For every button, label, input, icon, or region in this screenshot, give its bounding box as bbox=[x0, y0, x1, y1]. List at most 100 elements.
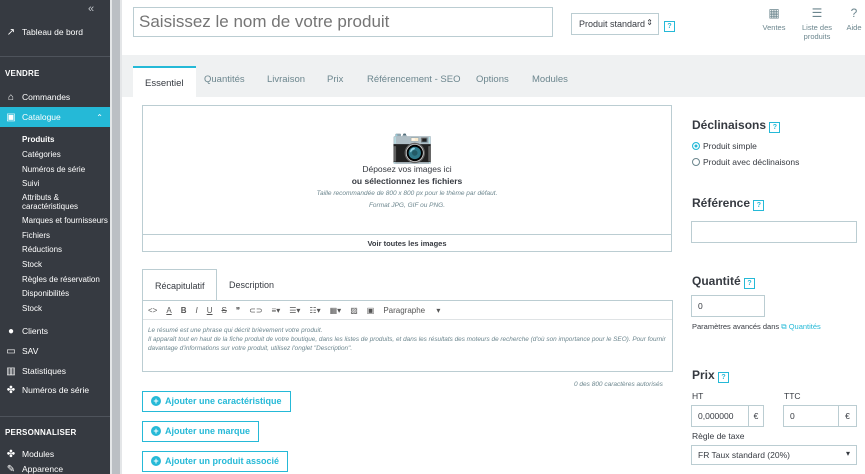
sidebar-sub-products[interactable]: Produits bbox=[22, 135, 108, 144]
sidebar-sub-files[interactable]: Fichiers bbox=[22, 231, 108, 240]
sidebar-item-clients[interactable]: ● Clients bbox=[0, 322, 110, 340]
advanced-settings-text: Paramètres avancés dans ⧉ Quantités bbox=[692, 322, 821, 331]
help-icon[interactable]: ? bbox=[718, 372, 730, 383]
sidebar-sub-categories[interactable]: Catégories bbox=[22, 150, 108, 159]
link-icon[interactable]: ⊂⊃ bbox=[249, 306, 262, 315]
puzzle-icon: ✤ bbox=[6, 448, 16, 460]
product-list-button[interactable]: ☰ Liste des produits bbox=[798, 6, 836, 41]
quantities-link[interactable]: ⧉ Quantités bbox=[781, 322, 821, 331]
tax-rule-select[interactable]: FR Taux standard (20%) ▾ bbox=[691, 445, 857, 465]
chart-icon: ▥ bbox=[6, 365, 16, 377]
reference-input[interactable] bbox=[691, 221, 857, 243]
sidebar-sub-stock-2[interactable]: Stock bbox=[22, 304, 108, 313]
radio-unchecked bbox=[692, 158, 700, 166]
sidebar-sub-discounts[interactable]: Réductions bbox=[22, 245, 108, 254]
puzzle-icon: ✤ bbox=[6, 384, 16, 396]
quantity-input[interactable]: 0 bbox=[691, 295, 765, 317]
underline-icon[interactable]: U bbox=[207, 306, 213, 315]
sales-button[interactable]: ▦ Ventes bbox=[760, 6, 788, 32]
sidebar-item-dashboard[interactable]: ↗ Tableau de bord bbox=[0, 23, 110, 41]
chevron-down-icon: ▾ bbox=[845, 449, 850, 458]
table-icon[interactable]: ▦▾ bbox=[330, 306, 342, 315]
add-related-button[interactable]: + Ajouter un produit associé bbox=[142, 451, 289, 472]
summary-editor[interactable]: <> A B I U S ❞ ⊂⊃ ≡▾ ☰▾ ☷▾ ▦▾ ▨ ▣ Paragr… bbox=[142, 300, 673, 372]
currency-addon: € bbox=[748, 405, 764, 427]
sidebar-sub-attributes[interactable]: Attributs & caractéristiques bbox=[22, 193, 102, 211]
bar-chart-icon: ▦ bbox=[768, 6, 780, 20]
add-feature-button[interactable]: + Ajouter une caractéristique bbox=[142, 391, 291, 412]
tab-essentiel[interactable]: Essentiel bbox=[133, 66, 196, 97]
tab-description[interactable]: Description bbox=[229, 269, 274, 301]
sidebar-scrollbar[interactable] bbox=[110, 0, 122, 474]
ttc-label: TTC bbox=[784, 391, 801, 401]
italic-icon[interactable]: I bbox=[195, 306, 197, 315]
sidebar-sub-stock[interactable]: Stock bbox=[22, 260, 108, 269]
sidebar-item-stats[interactable]: ▥ Statistiques bbox=[0, 362, 110, 380]
help-icon[interactable]: ? bbox=[769, 122, 781, 133]
select-files-link[interactable]: ou sélectionnez les fichiers bbox=[143, 176, 671, 186]
radio-simple[interactable]: Produit simple bbox=[692, 141, 757, 151]
price-ht-input[interactable]: 0,000000 bbox=[691, 405, 749, 427]
tab-options[interactable]: Options bbox=[476, 66, 509, 97]
product-type-select[interactable]: Produit standard ⇕ bbox=[571, 13, 659, 35]
help-icon[interactable]: ? bbox=[753, 200, 765, 211]
bullet-list-icon[interactable]: ☰▾ bbox=[289, 306, 300, 315]
sidebar-sub-reservation[interactable]: Règles de réservation bbox=[22, 275, 108, 284]
sidebar-sub-brands[interactable]: Marques et fournisseurs bbox=[22, 216, 108, 225]
add-brand-button[interactable]: + Ajouter une marque bbox=[142, 421, 260, 442]
plus-icon: + bbox=[151, 426, 161, 436]
sidebar-item-serials[interactable]: ✤ Numéros de série bbox=[0, 381, 110, 399]
sidebar-sub-availability[interactable]: Disponibilités bbox=[22, 289, 108, 298]
radio-checked bbox=[692, 142, 700, 150]
plus-icon: + bbox=[151, 456, 161, 466]
see-all-images-button[interactable]: Voir toutes les images bbox=[143, 234, 671, 252]
radio-combinations[interactable]: Produit avec déclinaisons bbox=[692, 157, 799, 167]
sidebar-item-appearance[interactable]: ✎ Apparence bbox=[0, 464, 110, 474]
collapse-sidebar-icon[interactable]: « bbox=[88, 3, 94, 15]
list-icon: ☰ bbox=[811, 6, 823, 20]
bold-icon[interactable]: B bbox=[181, 306, 187, 315]
strikethrough-icon[interactable]: S bbox=[221, 306, 226, 315]
help-icon[interactable]: ? bbox=[664, 21, 675, 32]
currency-addon: € bbox=[838, 405, 857, 427]
image-dropzone[interactable]: 📷 Déposez vos images ici ou sélectionnez… bbox=[142, 105, 672, 252]
char-counter: 0 des 800 caractères autorisés bbox=[574, 381, 663, 388]
text-color-icon[interactable]: A bbox=[166, 306, 171, 315]
trend-icon: ↗ bbox=[6, 26, 16, 38]
tab-summary[interactable]: Récapitulatif bbox=[142, 269, 217, 301]
sidebar-item-catalog[interactable]: ▣ Catalogue ⌃ bbox=[0, 107, 110, 127]
sidebar-sub-tracking[interactable]: Suivi bbox=[22, 179, 108, 188]
divider bbox=[0, 56, 110, 57]
paragraph-select[interactable]: Paragraphe ▾ bbox=[383, 306, 440, 315]
sidebar-item-sav[interactable]: ▭ SAV bbox=[0, 342, 110, 360]
summary-text: Le résumé est une phrase qui décrit briè… bbox=[148, 327, 666, 352]
numbered-list-icon[interactable]: ☷▾ bbox=[309, 306, 320, 315]
tab-prix[interactable]: Prix bbox=[327, 66, 343, 97]
ht-label: HT bbox=[692, 391, 704, 401]
brush-icon: ✎ bbox=[6, 464, 16, 474]
tab-seo[interactable]: Référencement - SEO bbox=[367, 66, 460, 97]
help-button[interactable]: ? Aide bbox=[843, 7, 865, 32]
divider bbox=[0, 416, 110, 417]
price-heading: Prix ? bbox=[692, 368, 730, 383]
tab-livraison[interactable]: Livraison bbox=[267, 66, 305, 97]
sidebar-item-modules[interactable]: ✤ Modules bbox=[0, 445, 110, 463]
image-icon[interactable]: ▨ bbox=[350, 306, 358, 315]
quote-icon[interactable]: ❞ bbox=[236, 306, 240, 315]
media-icon[interactable]: ▣ bbox=[367, 306, 375, 315]
scrollbar-thumb[interactable] bbox=[112, 0, 120, 474]
align-icon[interactable]: ≡▾ bbox=[272, 306, 281, 315]
sidebar-item-orders[interactable]: ⌂ Commandes bbox=[0, 88, 110, 106]
price-ttc-input[interactable]: 0 bbox=[783, 405, 839, 427]
code-icon[interactable]: <> bbox=[148, 306, 157, 315]
add-photo-icon: 📷 bbox=[391, 127, 434, 165]
select-arrows-icon: ⇕ bbox=[646, 18, 653, 27]
tab-modules[interactable]: Modules bbox=[532, 66, 568, 97]
section-customize: PERSONNALISER bbox=[5, 428, 77, 437]
sidebar-sub-serials[interactable]: Numéros de série bbox=[22, 165, 108, 174]
product-name-input[interactable] bbox=[133, 7, 553, 37]
reference-heading: Référence ? bbox=[692, 196, 765, 211]
help-icon[interactable]: ? bbox=[744, 278, 756, 289]
sidebar: « ↗ Tableau de bord VENDRE ⌂ Commandes ▣ Ca… bbox=[0, 0, 110, 474]
tab-quantites[interactable]: Quantités bbox=[204, 66, 245, 97]
